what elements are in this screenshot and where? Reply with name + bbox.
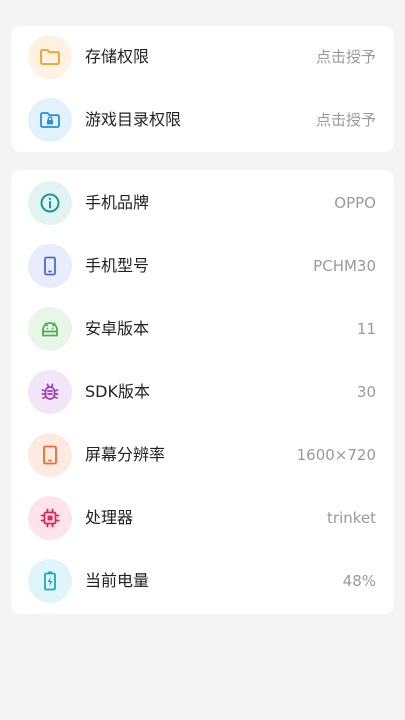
game-directory-permission-label: 游戏目录权限 xyxy=(85,110,182,129)
storage-permission-row[interactable]: 存储权限 点击授予 xyxy=(11,26,394,89)
processor-label: 处理器 xyxy=(85,508,134,527)
sdk-version-label: SDK版本 xyxy=(85,382,150,401)
chip-icon xyxy=(40,508,60,528)
battery-level-value: 48% xyxy=(342,572,376,590)
bug-icon-badge xyxy=(28,370,72,414)
info-icon xyxy=(40,193,60,213)
phone-icon-badge xyxy=(28,244,72,288)
sdk-version-row: SDK版本 30 xyxy=(11,361,394,424)
folder-icon xyxy=(40,49,60,65)
phone-brand-row: 手机品牌 OPPO xyxy=(11,172,394,235)
bug-icon xyxy=(41,383,59,400)
screen-resolution-row: 屏幕分辨率 1600×720 xyxy=(11,424,394,487)
phone-brand-value: OPPO xyxy=(334,194,376,212)
tablet-icon-badge xyxy=(28,433,72,477)
battery-icon-badge xyxy=(28,559,72,603)
android-version-value: 11 xyxy=(356,320,376,338)
battery-charging-icon xyxy=(44,571,56,591)
game-directory-permission-grant[interactable]: 点击授予 xyxy=(316,110,376,131)
folder-icon-badge xyxy=(28,35,72,79)
storage-permission-grant[interactable]: 点击授予 xyxy=(316,47,376,68)
phone-model-row: 手机型号 PCHM30 xyxy=(11,235,394,298)
android-icon xyxy=(42,322,58,337)
processor-row: 处理器 trinket xyxy=(11,487,394,550)
folder-lock-icon-badge xyxy=(28,98,72,142)
screen-resolution-label: 屏幕分辨率 xyxy=(85,445,166,464)
android-icon-badge xyxy=(28,307,72,351)
screen-resolution-value: 1600×720 xyxy=(296,446,376,464)
battery-level-label: 当前电量 xyxy=(85,571,150,590)
chip-icon-badge xyxy=(28,496,72,540)
battery-level-row: 当前电量 48% xyxy=(11,550,394,613)
device-info-card: 手机品牌 OPPO 手机型号 PCHM30 安卓版本 11 SDK版本 30 屏… xyxy=(11,170,394,614)
android-version-row: 安卓版本 11 xyxy=(11,298,394,361)
permissions-card: 存储权限 点击授予 游戏目录权限 点击授予 xyxy=(11,26,394,152)
phone-brand-label: 手机品牌 xyxy=(85,193,150,212)
tablet-icon xyxy=(43,445,57,465)
phone-icon xyxy=(44,256,56,276)
game-directory-permission-row[interactable]: 游戏目录权限 点击授予 xyxy=(11,89,394,152)
phone-model-label: 手机型号 xyxy=(85,256,150,275)
android-version-label: 安卓版本 xyxy=(85,319,150,338)
info-icon-badge xyxy=(28,181,72,225)
storage-permission-label: 存储权限 xyxy=(85,47,150,66)
sdk-version-value: 30 xyxy=(356,383,376,401)
processor-value: trinket xyxy=(327,509,376,527)
phone-model-value: PCHM30 xyxy=(313,257,376,275)
folder-lock-icon xyxy=(40,112,60,128)
